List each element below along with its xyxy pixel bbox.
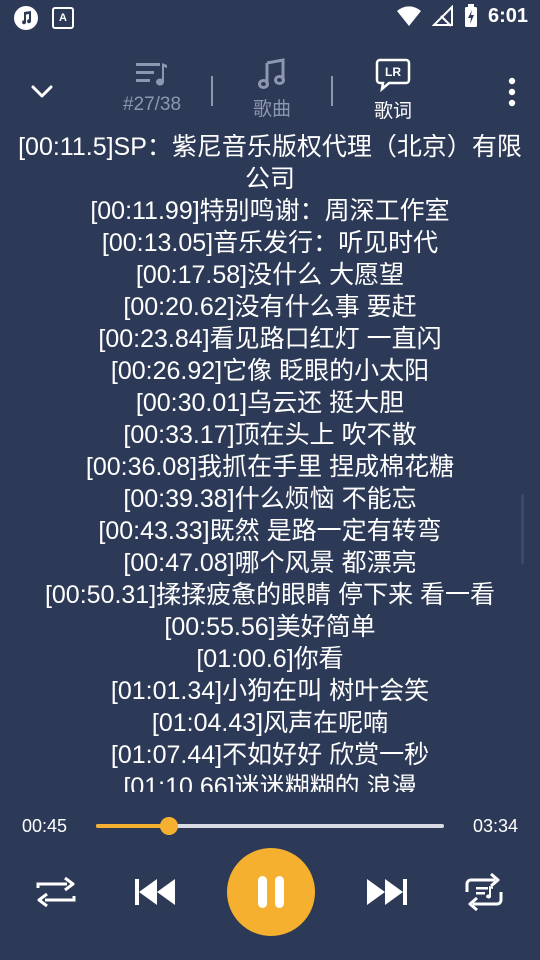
lyric-line: [00:11.5]SP：紫尼音乐版权代理（北京）有限公司 (18, 134, 522, 193)
status-bar: A 6:01 (0, 0, 540, 36)
lyrics-list: [00:11.5]SP：紫尼音乐版权代理（北京）有限公司 [00:11.99]特别… (0, 134, 540, 792)
loop-list-icon (465, 872, 503, 912)
tab-lyrics-label: 歌词 (373, 101, 412, 122)
lrc-icon-text: LR (385, 65, 401, 79)
lyric-line: [00:33.17]顶在头上 吹不散 (123, 421, 417, 449)
lyric-line: [01:01.34]小狗在叫 树叶会笑 (110, 677, 430, 705)
pause-icon (258, 876, 284, 908)
tab-divider (331, 76, 333, 106)
tab-lyrics[interactable]: LR 歌词 (338, 58, 448, 123)
music-app-icon (14, 6, 38, 30)
tab-queue-label: #27/38 (122, 94, 182, 115)
lyric-line: [00:26.92]它像 眨眼的小太阳 (110, 357, 430, 385)
lyric-line: [00:55.56]美好简单 (164, 613, 376, 641)
lyric-line: [00:47.08]哪个风景 都漂亮 (123, 549, 417, 577)
skip-next-icon (367, 879, 407, 905)
lyric-line: [00:39.38]什么烦恼 不能忘 (123, 485, 417, 513)
skip-previous-icon (135, 879, 175, 905)
total-time: 03:34 (472, 816, 518, 836)
lyrics-panel[interactable]: [00:11.5]SP：紫尼音乐版权代理（北京）有限公司 [00:11.99]特别… (0, 134, 540, 792)
lyric-line: [00:43.33]既然 是路一定有转弯 (98, 517, 442, 545)
more-vertical-icon (508, 77, 516, 107)
music-note-icon (258, 58, 285, 89)
lyric-line: [00:23.84]看见路口红灯 一直闪 (98, 325, 442, 353)
text-a-icon: A (52, 7, 74, 29)
signal-off-icon (431, 5, 453, 27)
status-clock: 6:01 (487, 4, 528, 27)
lyric-line: [00:36.08]我抓在手里 捏成棉花糖 (85, 453, 455, 481)
repeat-icon (36, 876, 76, 908)
lyric-line: [01:10.66]迷迷糊糊的 浪漫 (123, 773, 417, 792)
tab-divider (211, 76, 213, 106)
more-options-button[interactable] (500, 74, 524, 110)
lyric-line: [00:30.01]乌云还 挺大胆 (135, 389, 405, 417)
player-header: #27/38 歌曲 LR 歌词 (0, 48, 540, 134)
battery-charging-icon (464, 4, 477, 27)
lyric-line: [00:11.99]特别鸣谢：周深工作室 (90, 197, 450, 225)
seek-handle[interactable] (160, 817, 179, 835)
seek-bar[interactable] (96, 817, 444, 835)
playlist-icon (136, 63, 167, 86)
chevron-down-icon (31, 85, 53, 98)
play-order-button[interactable] (462, 872, 506, 912)
current-time: 00:45 (22, 816, 68, 836)
lyric-line: [01:04.43]风声在呢喃 (151, 709, 389, 737)
pause-button[interactable] (227, 848, 315, 936)
wifi-icon (396, 6, 421, 26)
tab-songs[interactable]: 歌曲 (217, 58, 327, 121)
repeat-button[interactable] (34, 872, 78, 912)
lyric-line: [01:07.44]不如好好 欣赏一秒 (110, 741, 430, 769)
tab-songs-label: 歌曲 (252, 99, 291, 120)
lyric-line: [00:17.58]没什么 大愿望 (135, 261, 405, 289)
lrc-icon: LR (375, 58, 411, 92)
lyric-line: [00:13.05]音乐发行：听见时代 (101, 229, 439, 257)
tab-queue[interactable]: #27/38 (97, 58, 207, 116)
next-button[interactable] (364, 872, 410, 912)
lyric-line: [00:50.31]揉揉疲惫的眼睛 停下来 看一看 (44, 581, 496, 609)
seek-bar-progress (96, 824, 170, 828)
lyric-line: [01:00.6]你看 (196, 645, 344, 673)
collapse-button[interactable] (26, 76, 58, 108)
lyrics-scrollbar[interactable] (521, 494, 524, 564)
previous-button[interactable] (132, 872, 178, 912)
lyric-line: [00:20.62]没有什么事 要赶 (123, 293, 417, 321)
